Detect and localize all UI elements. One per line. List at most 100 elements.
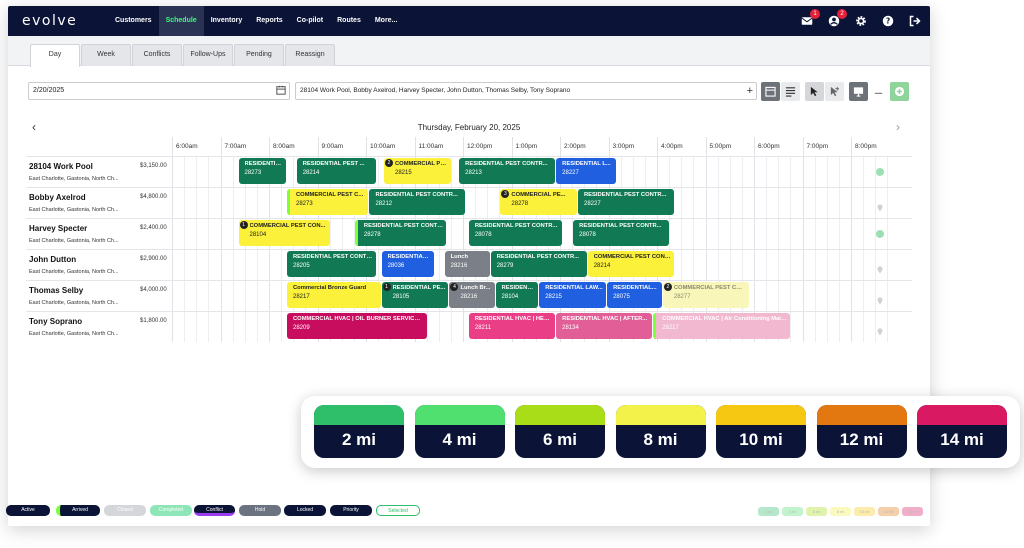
technician-name[interactable]: 28104 Work Pool (29, 162, 93, 171)
next-day-arrow[interactable]: › (896, 120, 900, 134)
nav-routes[interactable]: Routes (330, 6, 368, 36)
job-number: 28078 (474, 232, 492, 238)
nav-reports[interactable]: Reports (249, 6, 289, 36)
multi-select-tool-button[interactable] (825, 82, 844, 101)
list-view-button[interactable] (781, 82, 800, 101)
job-card[interactable]: Lunch 28216 (444, 251, 490, 277)
job-title: Lunch (450, 254, 469, 260)
job-card[interactable]: RESIDENTIAL... 28075 (607, 282, 662, 308)
tab-reassign[interactable]: Reassign (285, 44, 335, 66)
distance-label: 12 mi (839, 430, 884, 449)
tab-followups[interactable]: Follow-Ups (183, 44, 233, 66)
date-picker[interactable]: 2/20/2025 (28, 82, 290, 100)
logout-icon[interactable] (908, 14, 922, 28)
job-number: 28075 (613, 294, 630, 300)
check-icon (876, 168, 884, 180)
gear-icon[interactable] (854, 14, 868, 28)
tab-pending[interactable]: Pending (234, 44, 284, 66)
job-card[interactable]: RESIDENTIAL HVAC | AFTER... 28134 (556, 313, 653, 339)
job-card[interactable]: 2 COMMERCIAL PE... 28215 (384, 158, 451, 184)
job-title: RESIDENTIAL L... (562, 161, 611, 167)
job-order-marker: 2 (663, 283, 672, 291)
technician-name[interactable]: Bobby Axelrod (29, 193, 86, 202)
job-card[interactable]: RESIDENTIAL PEST CONTR... 28078 (468, 220, 563, 246)
svg-text:?: ? (886, 17, 890, 26)
distance-color (716, 405, 806, 425)
distance-chip: 6 mi (515, 405, 605, 458)
help-icon[interactable]: ? (881, 14, 895, 28)
job-card[interactable]: RESIDENTIAL LAW... 28215 (539, 282, 607, 308)
tab-day[interactable]: Day (30, 44, 80, 67)
technician-name[interactable]: John Dutton (29, 255, 76, 264)
job-title: RESIDENTIAL PE... (392, 285, 446, 291)
job-card[interactable]: RESIDENTIAL PEST CONTR... 28205 (287, 251, 376, 277)
status-legend-closed: Closed (104, 505, 146, 516)
nav-copilot[interactable]: Co-pilot (290, 6, 330, 36)
distance-label: 4 mi (442, 430, 477, 449)
job-card[interactable]: 4 Lunch Br... 28216 (449, 282, 495, 308)
expand-view-button[interactable] (849, 82, 868, 101)
nav-more[interactable]: More... (368, 6, 405, 36)
job-card[interactable]: RESIDENTIAL... 28104 (495, 282, 539, 308)
job-card[interactable]: COMMERCIAL HVAC | Air Conditioning Main.… (653, 313, 791, 339)
job-number: 28217 (293, 294, 310, 300)
technician-amount: $2,900.00 (140, 256, 167, 262)
job-card[interactable]: RESIDENTIAL PEST CONTR... 28213 (459, 158, 556, 184)
job-card[interactable]: RESIDENTIAL HVAC | HEAT... 28211 (468, 313, 556, 339)
job-card[interactable]: COMMERCIAL HVAC | OIL BURNER SERVICE ...… (287, 313, 427, 339)
job-number: 28214 (302, 170, 320, 176)
job-card[interactable]: RESIDENTIAL PEST CONTR... 28227 (578, 189, 674, 215)
tab-conflicts[interactable]: Conflicts (132, 44, 182, 66)
time-header: 9:00am (317, 137, 367, 156)
tab-week[interactable]: Week (81, 44, 131, 66)
job-card[interactable]: RESIDENTIAL... 28273 (238, 158, 286, 184)
calendar-view-button[interactable] (761, 82, 780, 101)
distance-label: 2 mi (341, 430, 377, 449)
distance-label: 6 mi (542, 430, 578, 449)
job-title: COMMERCIAL HVAC | Air Conditioning Main.… (662, 316, 790, 322)
job-number: 28212 (375, 201, 393, 207)
plus-circle-icon (894, 86, 905, 97)
job-card[interactable]: RESIDENTIAL L... 28227 (556, 158, 616, 184)
select-tool-button[interactable] (805, 82, 824, 101)
job-title: RESIDENTIAL PEST CONTR... (465, 161, 548, 167)
collapse-view-button[interactable] (869, 82, 888, 101)
job-card[interactable]: COMMERCIAL PEST C... 28273 (287, 189, 369, 215)
job-card[interactable]: Commercial Bronze Guard 28217 (287, 282, 381, 308)
add-job-button[interactable] (890, 82, 909, 101)
job-title: RESIDENTIAL PEST CONTR... (363, 223, 447, 229)
add-technician-icon[interactable]: + (747, 83, 753, 99)
calendar-icon[interactable] (276, 85, 286, 95)
user-icon[interactable]: 2 (827, 9, 847, 28)
technician-name[interactable]: Thomas Selby (29, 286, 83, 295)
technician-filter[interactable]: 28104 Work Pool, Bobby Axelrod, Harvey S… (295, 82, 757, 100)
nav-schedule[interactable]: Schedule (158, 6, 204, 36)
mail-icon[interactable]: 1 (800, 9, 820, 28)
job-number: 28211 (474, 325, 492, 331)
time-header: 12:00pm (463, 137, 512, 156)
job-card[interactable]: RESIDENTIAL PEST CONTR... 28212 (369, 189, 466, 215)
technician-name[interactable]: Tony Soprano (29, 317, 82, 326)
job-title: RESIDENTIAL PEST CONTR... (584, 192, 667, 198)
job-card[interactable]: 1 COMMERCIAL PEST CON... 28104 (238, 220, 330, 246)
job-card[interactable]: 3 COMMERCIAL PE... 28278 (500, 189, 577, 215)
job-card[interactable]: 2 COMMERCIAL PEST CONTR... 28277 (662, 282, 750, 308)
job-number: 28215 (395, 170, 412, 176)
job-title: COMMERCIAL PE... (395, 161, 450, 167)
job-card[interactable]: 1 RESIDENTIAL PE... 28105 (381, 282, 449, 308)
technician-name[interactable]: Harvey Specter (29, 224, 87, 233)
pin-icon (876, 323, 884, 336)
job-card[interactable]: RESIDENTIAL... 28036 (381, 251, 434, 277)
job-card[interactable]: RESIDENTIAL PEST CONTR... 28078 (573, 220, 670, 246)
job-card[interactable]: RESIDENTIAL PEST CONTR... 28278 (354, 220, 447, 246)
nav-customers[interactable]: Customers (108, 6, 159, 36)
check-icon (876, 230, 884, 242)
job-card[interactable]: COMMERCIAL PEST CONTR... 28214 (587, 251, 674, 277)
technician-amount: $4,000.00 (140, 287, 167, 293)
job-number: 28278 (363, 232, 381, 238)
job-title: RESIDENTIAL LAW... (545, 285, 603, 291)
job-card[interactable]: RESIDENTIAL PEST ... 28214 (296, 158, 376, 184)
nav-inventory[interactable]: Inventory (204, 6, 250, 36)
time-header: 3:00pm (608, 137, 658, 156)
job-card[interactable]: RESIDENTIAL PEST CONTR... 28279 (490, 251, 587, 277)
